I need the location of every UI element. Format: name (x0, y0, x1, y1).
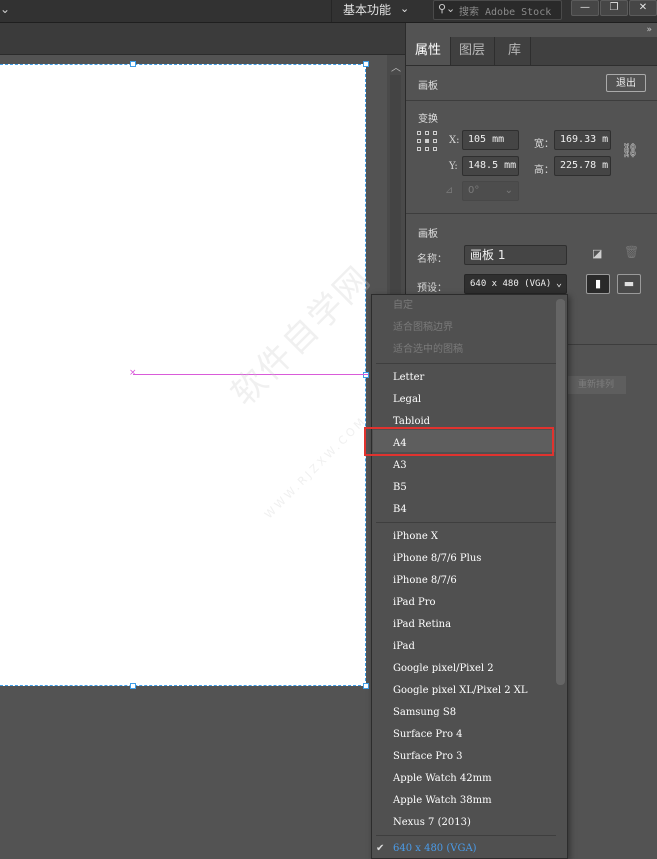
new-artboard-icon[interactable]: ◪ (592, 247, 602, 260)
dropdown-item-device[interactable]: Apple Watch 42mm (393, 768, 492, 790)
dropdown-item-custom: 自定 (393, 300, 413, 311)
landscape-button[interactable]: ▬ (617, 274, 641, 294)
dropdown-item-b5[interactable]: B5 (393, 477, 407, 499)
tab-layers[interactable]: 图层 (450, 37, 496, 65)
preset-select[interactable]: 640 x 480 (VGA) ⌄ (464, 274, 567, 294)
exit-button[interactable]: 退出 (606, 74, 646, 92)
resize-handle[interactable] (363, 372, 369, 378)
chevron-down-icon: ⌄ (504, 185, 513, 196)
dropdown-item-device[interactable]: Apple Watch 38mm (393, 790, 492, 812)
dropdown-item-device[interactable]: iPad Retina (393, 614, 451, 636)
dropdown-scrollbar[interactable] (556, 299, 565, 685)
dropdown-item-vga[interactable]: 640 x 480 (VGA) (393, 838, 477, 858)
dropdown-item-device[interactable]: iPad Pro (393, 592, 436, 614)
angle-field: 0° ⌄ (462, 181, 519, 201)
canvas[interactable]: × (0, 55, 387, 859)
dropdown-item-device[interactable]: Google pixel/Pixel 2 (393, 658, 494, 680)
search-icon: ⚲⌄ (438, 2, 456, 15)
dropdown-item-device[interactable]: iPad (393, 636, 415, 658)
x-label: X: (449, 135, 460, 146)
trash-icon: 🗑 (624, 245, 640, 259)
search-placeholder: 搜索 Adobe Stock (459, 7, 552, 18)
reference-point-icon[interactable] (417, 131, 437, 151)
preset-value: 640 x 480 (VGA) (470, 279, 552, 289)
chevron-down-icon[interactable]: ⌄ (400, 2, 409, 15)
resize-handle[interactable] (363, 683, 369, 689)
y-field[interactable]: 148.5 mm (462, 156, 519, 176)
section-title: 画板 (418, 81, 438, 92)
dropdown-item-device[interactable]: Nexus 7 (2013) (393, 812, 471, 834)
guide-marker: × (129, 368, 137, 378)
dropdown-item-fit-artwork: 适合图稿边界 (393, 322, 453, 333)
divider (376, 363, 556, 364)
y-label: Y: (449, 161, 458, 172)
section-title: 画板 (418, 229, 438, 240)
dropdown-item-device[interactable]: Surface Pro 3 (393, 746, 463, 768)
dropdown-item-letter[interactable]: Letter (393, 367, 424, 389)
name-label: 名称： (417, 254, 447, 265)
scroll-up-icon[interactable]: ︿ (391, 59, 401, 74)
x-field[interactable]: 105 mm (462, 130, 519, 150)
dropdown-item-device[interactable]: Surface Pro 4 (393, 724, 463, 746)
close-button[interactable]: ✕ (629, 0, 657, 16)
resize-handle[interactable] (130, 683, 136, 689)
rearrange-button: 重新排列 (566, 376, 626, 394)
dropdown-item-device[interactable]: Google pixel XL/Pixel 2 XL (393, 680, 528, 702)
transform-section: 变换 X: 105 mm 宽： 169.33 m ⛓ Y: 148.5 mm 高… (406, 101, 657, 214)
dropdown-item-device[interactable]: iPhone 8/7/6 Plus (393, 548, 481, 570)
resize-handle[interactable] (130, 61, 136, 67)
width-label: 宽： (534, 139, 554, 150)
dropdown-item-legal[interactable]: Legal (393, 389, 421, 411)
dropdown-item-device[interactable]: Samsung S8 (393, 702, 456, 724)
portrait-button[interactable]: ▮ (586, 274, 610, 294)
divider (376, 835, 556, 836)
chevron-down-icon: ⌄ (555, 278, 562, 289)
preset-dropdown[interactable]: ︿ 自定 适合图稿边界 适合选中的图稿 Letter Legal Tabloid… (371, 294, 568, 859)
orientation-group: ▮ ▬ (586, 274, 646, 294)
workspace-switcher[interactable]: 基本功能 (343, 1, 391, 18)
highlight-annotation (364, 427, 554, 456)
dropdown-item-a3[interactable]: A3 (393, 455, 407, 477)
resize-handle[interactable] (363, 61, 369, 67)
smart-guide-line (133, 374, 368, 375)
checkmark-icon: ✔ (376, 843, 385, 854)
artboard-mode-section: 画板 退出 (406, 66, 657, 101)
dropdown-item-fit-selected: 适合选中的图稿 (393, 344, 463, 355)
document-tab-bar (0, 23, 405, 55)
tab-properties[interactable]: 属性 (406, 37, 452, 65)
preset-label: 预设： (417, 283, 447, 294)
restore-button[interactable]: ❐ (600, 0, 628, 16)
chevron-down-icon[interactable]: ⌄ (0, 2, 10, 16)
artboard-name-field[interactable]: 画板 1 (464, 245, 567, 265)
dropdown-item-device[interactable]: iPhone 8/7/6 (393, 570, 457, 592)
artboard[interactable] (0, 64, 366, 686)
height-label: 高： (534, 165, 554, 176)
divider (376, 522, 556, 523)
stock-search-input[interactable]: ⚲⌄ 搜索 Adobe Stock (433, 0, 562, 20)
section-title: 变换 (418, 114, 438, 125)
panel-tabs: 属性 图层 库 (406, 37, 657, 66)
divider (331, 0, 332, 22)
dropdown-item-device[interactable]: iPhone X (393, 526, 438, 548)
collapse-panel-icon[interactable]: » (646, 25, 652, 35)
constrain-proportions-icon[interactable]: ⛓ (621, 143, 639, 159)
height-field[interactable]: 225.78 m (554, 156, 611, 176)
angle-value: 0° (468, 185, 480, 196)
tab-libraries[interactable]: 库 (499, 37, 532, 65)
minimize-button[interactable]: — (571, 0, 599, 16)
dropdown-item-b4[interactable]: B4 (393, 499, 407, 521)
menu-bar: ⌄ 基本功能 ⌄ ⚲⌄ 搜索 Adobe Stock — ❐ ✕ (0, 0, 657, 23)
rotate-icon: ⊿ (445, 185, 454, 196)
width-field[interactable]: 169.33 m (554, 130, 611, 150)
